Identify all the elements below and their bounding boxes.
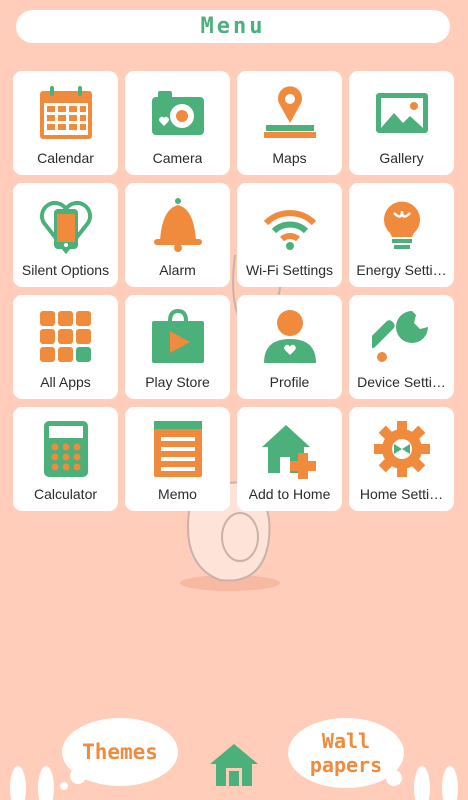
tile-calendar[interactable]: Calendar <box>13 71 118 175</box>
tile-home-settings[interactable]: Home Setti… <box>349 407 454 511</box>
app-grid: Calendar Camera Maps Gallery Silent Opti… <box>13 71 454 511</box>
tile-label: Profile <box>269 374 310 390</box>
tile-silent-options[interactable]: Silent Options <box>13 183 118 287</box>
menu-header: Menu <box>16 10 450 43</box>
tile-device-settings[interactable]: Device Setti… <box>349 295 454 399</box>
grid-icon <box>39 311 91 362</box>
bunny-ears-left-decoration <box>10 766 54 800</box>
tile-label: Silent Options <box>21 262 110 278</box>
tile-gallery[interactable]: Gallery <box>349 71 454 175</box>
tile-label: Gallery <box>379 150 424 166</box>
play-store-icon <box>151 308 204 363</box>
lightbulb-icon <box>383 201 420 249</box>
wallpapers-label-line1: Wall <box>321 729 371 753</box>
tile-profile[interactable]: Profile <box>237 295 342 399</box>
calendar-icon <box>39 86 92 139</box>
wallpapers-label: Wall papers <box>310 729 382 777</box>
tile-calculator[interactable]: Calculator <box>13 407 118 511</box>
themes-bubble-tail <box>70 768 86 784</box>
add-home-icon <box>261 425 316 479</box>
silent-phone-icon <box>39 201 92 255</box>
tile-label: Home Setti… <box>359 486 444 502</box>
tile-label: Add to Home <box>248 486 331 502</box>
tile-memo[interactable]: Memo <box>125 407 230 511</box>
tile-label: Play Store <box>145 374 210 390</box>
tile-label: All Apps <box>40 374 91 390</box>
menu-title: Menu <box>200 14 266 39</box>
tile-energy-settings[interactable]: Energy Setti… <box>349 183 454 287</box>
tile-label: Alarm <box>159 262 196 278</box>
profile-icon <box>263 310 316 363</box>
tile-alarm[interactable]: Alarm <box>125 183 230 287</box>
tile-label: Maps <box>272 150 307 166</box>
tile-wifi-settings[interactable]: Wi-Fi Settings <box>237 183 342 287</box>
memo-icon <box>153 421 202 477</box>
tile-camera[interactable]: Camera <box>125 71 230 175</box>
bunny-ears-right-decoration <box>414 766 458 800</box>
tile-maps[interactable]: Maps <box>237 71 342 175</box>
tile-label: Memo <box>158 486 197 502</box>
wallpapers-label-line2: papers <box>309 753 383 777</box>
tile-label: Energy Setti… <box>356 262 447 278</box>
wifi-icon <box>263 210 316 250</box>
bell-icon <box>153 198 202 252</box>
camera-icon <box>151 91 204 135</box>
gallery-icon <box>375 93 428 133</box>
tile-label: Wi-Fi Settings <box>245 262 334 278</box>
tile-play-store[interactable]: Play Store <box>125 295 230 399</box>
tile-label: Camera <box>152 150 203 166</box>
home-icon[interactable] <box>208 740 260 788</box>
tile-label: Calculator <box>33 486 98 502</box>
map-pin-icon <box>263 86 316 138</box>
tile-all-apps[interactable]: All Apps <box>13 295 118 399</box>
wrench-icon <box>371 311 428 362</box>
calculator-icon <box>43 421 88 477</box>
wallpapers-bubble-tail <box>386 770 402 786</box>
tile-label: Device Setti… <box>357 374 446 390</box>
tile-add-to-home[interactable]: Add to Home <box>237 407 342 511</box>
gear-icon <box>373 421 430 477</box>
tile-label: Calendar <box>37 150 94 166</box>
themes-bubble-tail-small <box>60 782 68 790</box>
themes-label: Themes <box>82 740 158 764</box>
